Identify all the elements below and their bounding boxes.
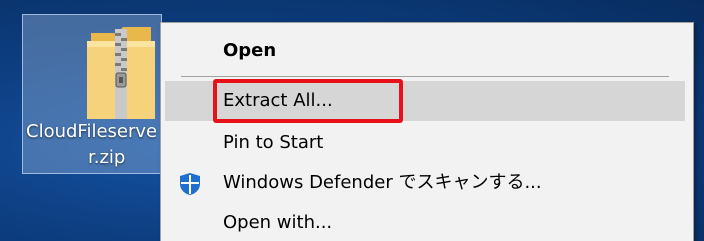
file-name-line1: CloudFileserve (26, 121, 158, 142)
menu-item-open-with-label: Open with... (223, 212, 333, 233)
menu-separator (181, 76, 669, 77)
menu-item-windows-defender-label: Windows Defender でスキャンする... (223, 172, 542, 193)
zip-file-desktop-icon[interactable]: CloudFileserve r.zip (22, 14, 162, 174)
windows-defender-shield-icon (180, 173, 200, 195)
menu-item-open-with[interactable]: Open with... (161, 203, 693, 241)
menu-item-open[interactable]: Open (161, 31, 693, 71)
red-highlight-box (213, 79, 403, 123)
menu-item-pin-to-start-label: Pin to Start (223, 132, 324, 153)
menu-item-pin-to-start[interactable]: Pin to Start (161, 123, 693, 163)
menu-item-windows-defender-scan[interactable]: Windows Defender でスキャンする... (161, 163, 693, 203)
zip-folder-icon (87, 27, 155, 119)
menu-item-open-label: Open (223, 40, 277, 61)
context-menu: Open Extract All... Pin to Start Windows… (160, 22, 694, 241)
